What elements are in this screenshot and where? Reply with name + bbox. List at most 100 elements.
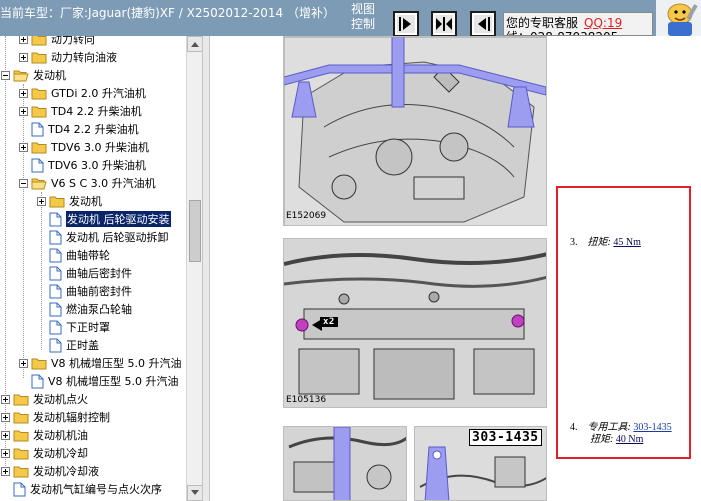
expand-plus-icon[interactable]	[1, 448, 10, 458]
collapse-minus-icon[interactable]	[1, 70, 10, 80]
tree-item[interactable]: 曲轴前密封件	[37, 282, 132, 300]
folder-icon	[31, 88, 47, 99]
tree-item[interactable]: 发动机点火	[1, 390, 88, 408]
document-icon	[49, 248, 62, 262]
expand-plus-icon[interactable]	[19, 142, 28, 152]
expand-plus-icon[interactable]	[19, 36, 28, 44]
engine-lifting-illustration: E152069	[283, 36, 547, 226]
tree-item[interactable]: 正时盖	[37, 336, 99, 354]
tree-item[interactable]: V6 S C 3.0 升汽油机	[19, 174, 156, 192]
tree-item-label: 发动机气缸编号与点火次序	[30, 483, 162, 496]
tree-item[interactable]: 发动机	[37, 192, 102, 210]
folder-open-icon	[13, 70, 29, 81]
next-view-button[interactable]	[393, 11, 419, 37]
folder-icon	[13, 412, 29, 423]
tree-item[interactable]: 发动机机油	[1, 426, 88, 444]
step-3: 3. 扭矩: 45 Nm	[570, 237, 641, 248]
folder-icon	[13, 394, 29, 405]
document-icon	[49, 338, 62, 352]
tree-item-label: 下正时罩	[66, 321, 110, 334]
tree-item[interactable]: 发动机气缸编号与点火次序	[1, 480, 162, 498]
tree-item[interactable]: TDV6 3.0 升柴油机	[19, 138, 149, 156]
tree-item-label: TDV6 3.0 升柴油机	[48, 159, 147, 172]
tree-item-label: 动力转向油液	[51, 51, 117, 64]
document-icon	[49, 284, 62, 298]
folder-icon	[31, 106, 47, 117]
folder-icon	[31, 52, 47, 63]
split-arrows-icon	[436, 17, 452, 31]
folder-icon	[13, 466, 29, 477]
tree-item[interactable]: V8 机械增压型 5.0 升汽油	[19, 354, 182, 372]
tree-item[interactable]: 动力转向油液	[19, 48, 117, 66]
tree-item[interactable]: 发动机冷却液	[1, 462, 99, 480]
expand-plus-icon[interactable]	[19, 358, 28, 368]
tree-item[interactable]: 燃油泵凸轮轴	[37, 300, 132, 318]
tree-item[interactable]: TD4 2.2 升柴油机	[19, 120, 139, 138]
tree-item[interactable]: V8 机械增压型 5.0 升汽油	[19, 372, 179, 390]
document-icon	[31, 374, 44, 388]
special-tool-illustration: 303-1435	[414, 426, 547, 501]
folder-icon	[13, 430, 29, 441]
header-bar: 当前车型：厂家:Jaguar(捷豹)XF / X2502012-2014 （增补…	[0, 0, 701, 37]
tree-item[interactable]: 发动机辐射控制	[1, 408, 110, 426]
expand-plus-icon[interactable]	[19, 106, 28, 116]
tree-item[interactable]: 发动机冷却	[1, 444, 88, 462]
app-window: 当前车型：厂家:Jaguar(捷豹)XF / X2502012-2014 （增补…	[0, 0, 701, 501]
folder-icon	[31, 36, 47, 45]
expand-plus-icon[interactable]	[19, 52, 28, 62]
caret-down-icon	[191, 490, 199, 495]
document-icon	[49, 230, 62, 244]
tree-item-label: 发动机机油	[33, 429, 88, 442]
tree-item-label: 发动机	[69, 195, 102, 208]
collapse-minus-icon[interactable]	[19, 178, 28, 188]
bolt-quantity-callout: x2	[320, 317, 338, 327]
tree-item-label: 发动机辐射控制	[33, 411, 110, 424]
document-icon	[31, 122, 44, 136]
tree-item-label: 燃油泵凸轮轴	[66, 303, 132, 316]
tree-item[interactable]: TD4 2.2 升柴油机	[19, 102, 142, 120]
tree-item-label: V6 S C 3.0 升汽油机	[51, 177, 156, 190]
tree-item-label: 发动机冷却液	[33, 465, 99, 478]
tree-item[interactable]: 发动机 后轮驱动安装	[37, 210, 171, 228]
tree-item[interactable]: TDV6 3.0 升柴油机	[19, 156, 146, 174]
folder-icon	[31, 142, 47, 153]
tree-item[interactable]: 发动机	[1, 66, 66, 84]
scroll-thumb[interactable]	[189, 200, 201, 262]
pane-splitter[interactable]	[202, 36, 210, 501]
scroll-down-button[interactable]	[187, 485, 203, 501]
arrow-right-bar-icon	[399, 17, 411, 31]
expand-plus-icon[interactable]	[37, 196, 46, 206]
caret-up-icon	[191, 42, 199, 47]
scroll-up-button[interactable]	[187, 36, 203, 52]
tree-item[interactable]: GTDi 2.0 升汽油机	[19, 84, 146, 102]
expand-plus-icon[interactable]	[1, 394, 10, 404]
tree-item[interactable]: 下正时罩	[37, 318, 110, 336]
expand-plus-icon[interactable]	[1, 466, 10, 476]
torque-value: 40 Nm	[615, 434, 644, 445]
expand-plus-icon[interactable]	[1, 430, 10, 440]
engine-figure-image	[284, 37, 546, 225]
tool-number-tag: 303-1435	[469, 429, 542, 446]
step-4-torque: 扭矩: 40 Nm	[590, 434, 644, 445]
support-phone: 线：028-87038205	[506, 28, 618, 35]
document-icon	[31, 158, 44, 172]
tree-item-label: TD4 2.2 升柴油机	[51, 105, 142, 118]
document-icon	[13, 482, 26, 496]
arrow-left-bar-icon	[478, 17, 490, 31]
tree-item[interactable]: 发动机 后轮驱动拆卸	[37, 228, 169, 246]
breadcrumb: 当前车型：厂家:Jaguar(捷豹)XF / X2502012-2014 （增补…	[0, 6, 335, 20]
tree-item[interactable]: 动力转向	[19, 36, 95, 48]
tree-item-label: TD4 2.2 升柴油机	[48, 123, 139, 136]
tree-item[interactable]: 曲轴带轮	[37, 246, 110, 264]
tree-scrollbar[interactable]	[186, 36, 203, 501]
folder-open-icon	[31, 178, 47, 189]
tree-item[interactable]: 曲轴后密封件	[37, 264, 132, 282]
previous-view-button[interactable]	[470, 11, 496, 37]
split-view-button[interactable]	[431, 11, 457, 37]
document-icon	[49, 302, 62, 316]
expand-plus-icon[interactable]	[1, 412, 10, 422]
tree-item-label: GTDi 2.0 升汽油机	[51, 87, 146, 100]
document-view: E152069 x2 E105136 303-1435 3. 扭矩: 45 Nm…	[210, 36, 701, 501]
expand-plus-icon[interactable]	[19, 88, 28, 98]
document-icon	[49, 320, 62, 334]
